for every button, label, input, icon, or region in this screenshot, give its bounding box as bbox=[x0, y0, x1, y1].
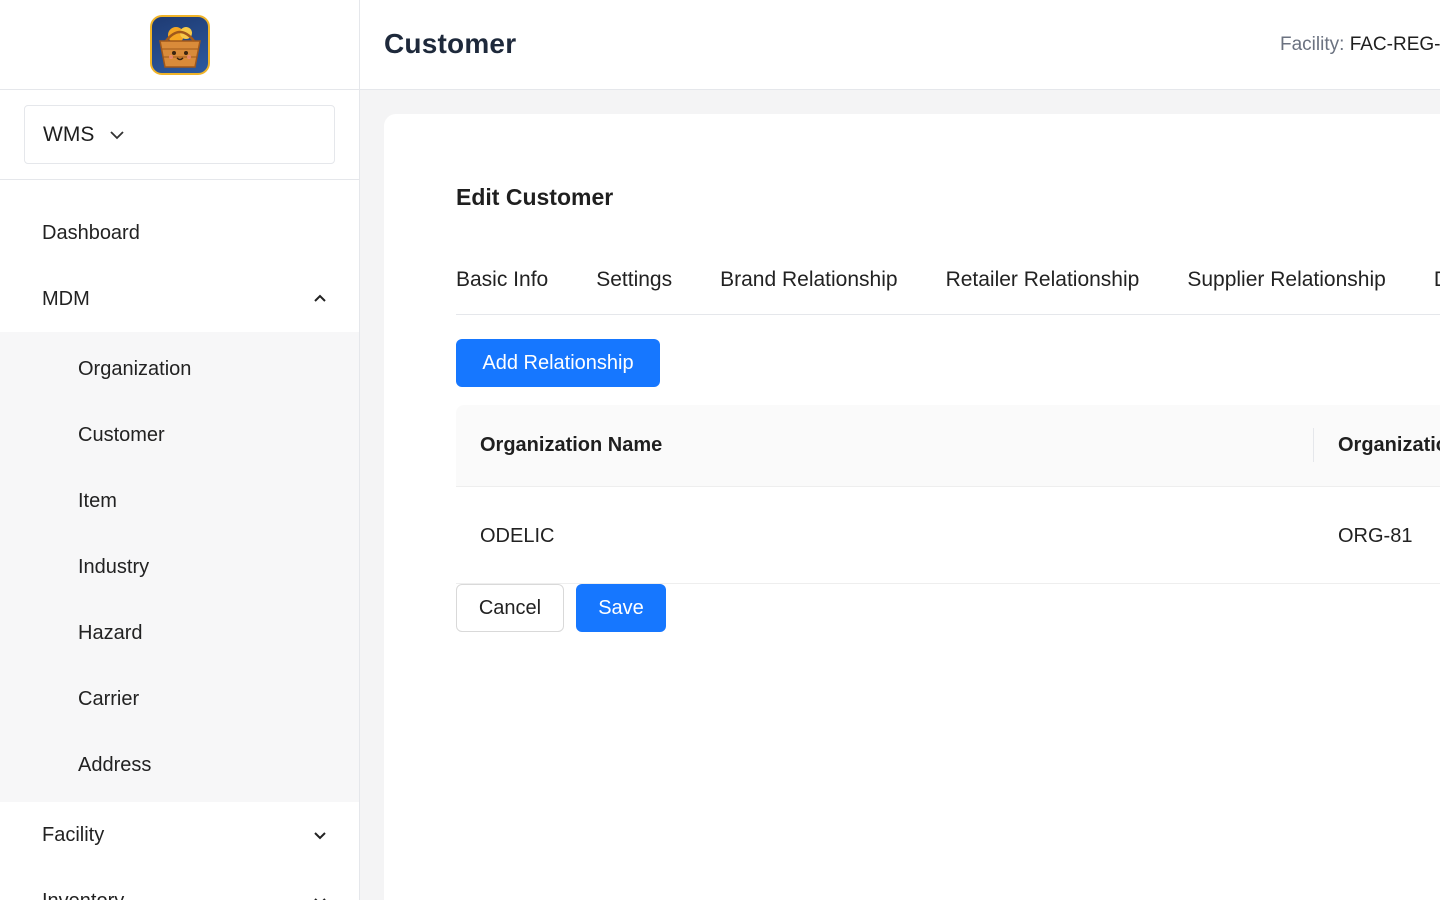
sidebar-subitem-label: Item bbox=[78, 489, 117, 512]
column-divider bbox=[1313, 428, 1314, 462]
table-row[interactable]: ODELIC ORG-81 bbox=[456, 487, 1440, 584]
sidebar-item-carrier[interactable]: Carrier bbox=[0, 666, 359, 732]
tab-basic-info[interactable]: Basic Info bbox=[456, 254, 548, 314]
sidebar-item-hazard[interactable]: Hazard bbox=[0, 600, 359, 666]
relationship-table: Organization Name Organizatio ODELIC ORG… bbox=[456, 405, 1440, 584]
card-title: Edit Customer bbox=[456, 184, 614, 210]
tab-retailer-relationship[interactable]: Retailer Relationship bbox=[946, 254, 1140, 314]
form-actions: Cancel Save bbox=[456, 584, 666, 632]
cancel-button[interactable]: Cancel bbox=[456, 584, 564, 632]
page-title: Customer bbox=[384, 28, 517, 59]
cell-organization-id: ORG-81 bbox=[1338, 525, 1413, 547]
basket-mascot-icon[interactable] bbox=[149, 14, 210, 75]
sidebar-item-dashboard[interactable]: Dashboard bbox=[0, 200, 359, 266]
column-header-organization-name[interactable]: Organization Name bbox=[480, 434, 662, 457]
edit-customer-card: Edit Customer Basic Info Settings Brand … bbox=[384, 114, 1440, 900]
sidebar-item-facility[interactable]: Facility bbox=[0, 802, 359, 868]
sidebar-item-label: Dashboard bbox=[42, 221, 140, 244]
sidebar-item-label: Facility bbox=[42, 823, 105, 846]
sidebar-item-customer[interactable]: Customer bbox=[0, 402, 359, 468]
cell-organization-name: ODELIC bbox=[480, 525, 555, 547]
sidebar-subitem-label: Address bbox=[78, 753, 152, 776]
sidebar-subitem-label: Organization bbox=[78, 357, 192, 380]
app-switcher[interactable]: WMS bbox=[24, 105, 335, 164]
sidebar-item-label: MDM bbox=[42, 287, 90, 310]
top-header: Customer Facility: FAC-REG-0 bbox=[360, 0, 1440, 90]
sidebar: WMS Dashboard MDM Organization Customer … bbox=[0, 0, 360, 900]
chevron-up-icon bbox=[314, 294, 326, 302]
facility-indicator[interactable]: Facility: FAC-REG-0 bbox=[1280, 34, 1440, 56]
add-relationship-button[interactable]: Add Relationship bbox=[456, 339, 660, 387]
sidebar-item-industry[interactable]: Industry bbox=[0, 534, 359, 600]
sidebar-item-organization[interactable]: Organization bbox=[0, 336, 359, 402]
tab-supplier-relationship[interactable]: Supplier Relationship bbox=[1187, 254, 1385, 314]
sidebar-subitem-label: Carrier bbox=[78, 687, 140, 710]
app-switcher-label: WMS bbox=[43, 122, 95, 146]
sidebar-nav: Dashboard MDM Organization Customer Item… bbox=[0, 200, 359, 900]
save-button[interactable]: Save bbox=[576, 584, 666, 632]
sidebar-item-inventory[interactable]: Inventory bbox=[0, 868, 359, 900]
sidebar-item-address[interactable]: Address bbox=[0, 732, 359, 798]
facility-label: Facility: bbox=[1280, 34, 1345, 55]
logo-area bbox=[0, 0, 359, 90]
tab-truncated[interactable]: De bbox=[1434, 254, 1440, 314]
tab-settings[interactable]: Settings bbox=[596, 254, 672, 314]
chevron-down-icon bbox=[314, 832, 326, 840]
mdm-submenu: Organization Customer Item Industry Haza… bbox=[0, 332, 359, 802]
sidebar-item-mdm[interactable]: MDM bbox=[0, 266, 359, 332]
sidebar-item-label: Inventory bbox=[42, 890, 124, 900]
sidebar-item-item[interactable]: Item bbox=[0, 468, 359, 534]
table-header: Organization Name Organizatio bbox=[456, 405, 1440, 487]
app-switcher-wrap: WMS bbox=[0, 90, 359, 180]
sidebar-subitem-label: Industry bbox=[78, 555, 150, 578]
chevron-down-icon bbox=[314, 898, 326, 900]
sidebar-subitem-label: Customer bbox=[78, 423, 165, 446]
sidebar-subitem-label: Hazard bbox=[78, 621, 143, 644]
chevron-down-icon bbox=[110, 130, 124, 139]
tab-bar: Basic Info Settings Brand Relationship R… bbox=[456, 254, 1440, 315]
facility-value: FAC-REG-0 bbox=[1349, 34, 1440, 55]
tab-brand-relationship[interactable]: Brand Relationship bbox=[720, 254, 897, 314]
column-header-organization-id[interactable]: Organizatio bbox=[1338, 434, 1440, 457]
